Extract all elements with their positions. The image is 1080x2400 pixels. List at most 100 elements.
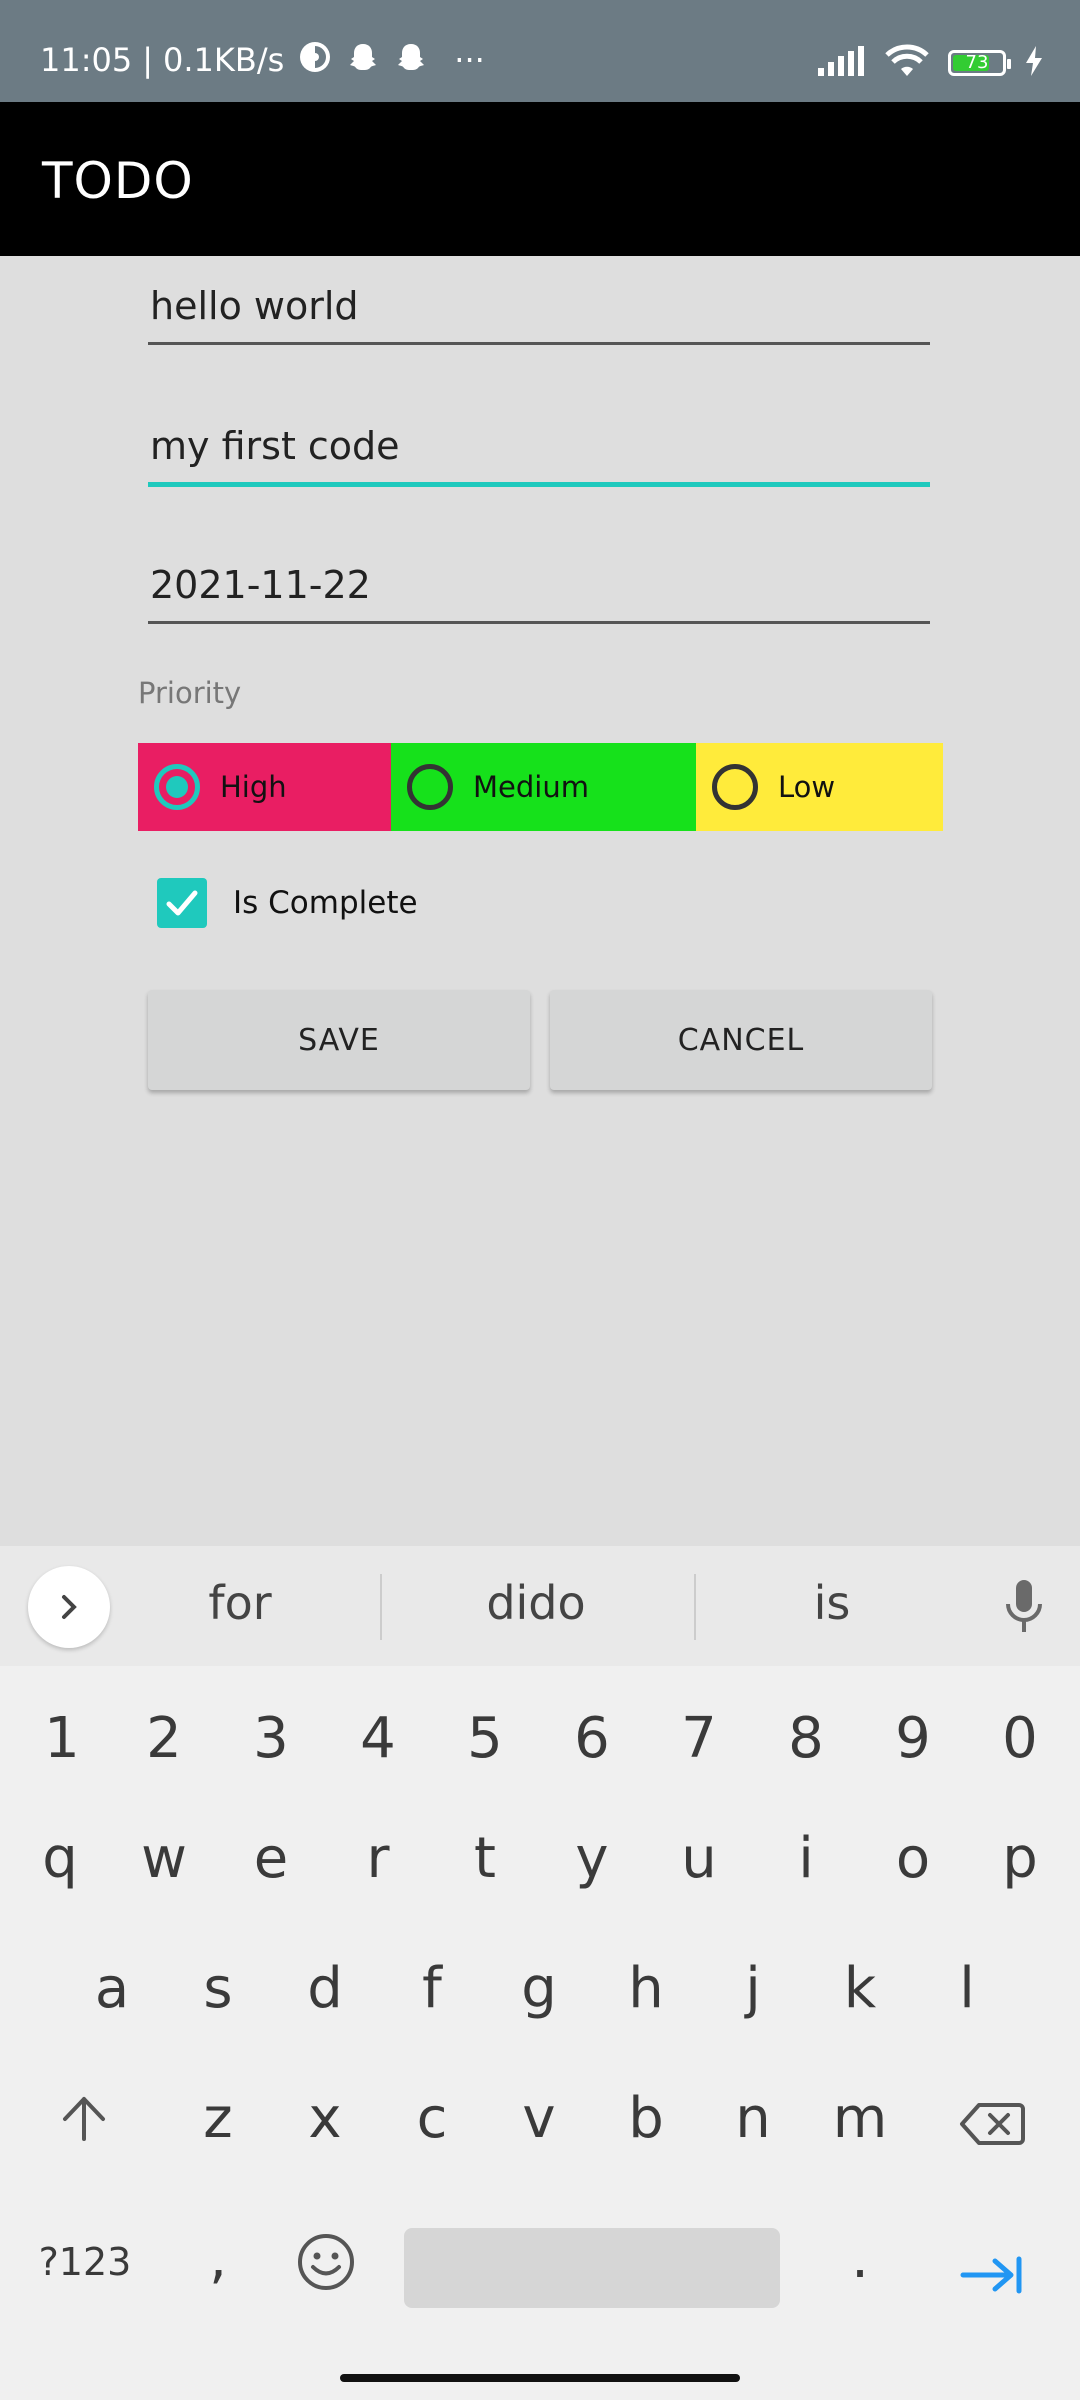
tab-next-key[interactable] bbox=[952, 2244, 1032, 2309]
complete-label: Is Complete bbox=[233, 885, 418, 921]
symbols-key[interactable]: ?123 bbox=[30, 2240, 140, 2284]
key-0[interactable]: 0 bbox=[980, 1706, 1060, 1771]
key-p[interactable]: p bbox=[980, 1826, 1060, 1891]
suggestion-3[interactable]: is bbox=[722, 1576, 942, 1630]
suggestion-divider bbox=[694, 1574, 696, 1640]
key-6[interactable]: 6 bbox=[552, 1706, 632, 1771]
date-underline bbox=[148, 621, 930, 624]
next-arrow-icon bbox=[960, 2256, 1022, 2294]
priority-radio-group: High Medium Low bbox=[138, 743, 943, 831]
cancel-button[interactable]: CANCEL bbox=[550, 990, 932, 1090]
key-b[interactable]: b bbox=[606, 2086, 686, 2151]
key-8[interactable]: 8 bbox=[766, 1706, 846, 1771]
charging-icon bbox=[1024, 46, 1044, 80]
battery-icon: 73 bbox=[948, 50, 1011, 76]
suggestion-divider bbox=[380, 1574, 382, 1640]
chevron-right-icon bbox=[62, 1595, 77, 1619]
key-w[interactable]: w bbox=[124, 1826, 204, 1891]
suggestion-1[interactable]: for bbox=[130, 1576, 350, 1630]
status-left: 11:05 | 0.1KB/s ··· bbox=[40, 40, 485, 79]
key-e[interactable]: e bbox=[231, 1826, 311, 1891]
priority-high-option[interactable]: High bbox=[138, 743, 391, 831]
key-g[interactable]: g bbox=[499, 1956, 579, 2021]
key-a[interactable]: a bbox=[72, 1956, 152, 2021]
keyboard-expand-button[interactable] bbox=[28, 1566, 110, 1648]
key-k[interactable]: k bbox=[820, 1956, 900, 2021]
backspace-key[interactable] bbox=[952, 2096, 1032, 2161]
key-3[interactable]: 3 bbox=[231, 1706, 311, 1771]
app-title: TODO bbox=[42, 152, 194, 210]
key-x[interactable]: x bbox=[285, 2086, 365, 2151]
key-l[interactable]: l bbox=[927, 1956, 1007, 2021]
key-y[interactable]: y bbox=[552, 1826, 632, 1891]
title-field[interactable]: hello world bbox=[148, 284, 930, 345]
snapchat-icon bbox=[346, 40, 380, 79]
shift-key[interactable] bbox=[44, 2092, 124, 2157]
key-i[interactable]: i bbox=[766, 1826, 846, 1891]
status-bar: 11:05 | 0.1KB/s ··· 73 bbox=[0, 0, 1080, 102]
emoji-icon bbox=[298, 2234, 354, 2290]
notification-app-icon bbox=[298, 40, 332, 79]
status-separator: | bbox=[142, 40, 153, 79]
save-button[interactable]: SAVE bbox=[148, 990, 530, 1090]
home-indicator[interactable] bbox=[340, 2374, 740, 2382]
key-c[interactable]: c bbox=[392, 2086, 472, 2151]
complete-row[interactable]: Is Complete bbox=[157, 878, 418, 928]
key-r[interactable]: r bbox=[338, 1826, 418, 1891]
key-t[interactable]: t bbox=[445, 1826, 525, 1891]
key-u[interactable]: u bbox=[659, 1826, 739, 1891]
key-v[interactable]: v bbox=[499, 2086, 579, 2151]
key-z[interactable]: z bbox=[178, 2086, 258, 2151]
space-key[interactable] bbox=[404, 2228, 780, 2308]
shift-icon bbox=[63, 2097, 105, 2141]
priority-low-option[interactable]: Low bbox=[696, 743, 943, 831]
radio-low[interactable] bbox=[712, 764, 758, 810]
key-o[interactable]: o bbox=[873, 1826, 953, 1891]
key-j[interactable]: j bbox=[713, 1956, 793, 2021]
emoji-key[interactable] bbox=[286, 2232, 366, 2306]
description-input[interactable]: my first code bbox=[148, 424, 930, 468]
priority-medium-option[interactable]: Medium bbox=[391, 743, 696, 831]
keyboard-suggestion-bar: for dido is bbox=[0, 1546, 1080, 1666]
battery-nub bbox=[1007, 59, 1011, 69]
key-h[interactable]: h bbox=[606, 1956, 686, 2021]
wifi-icon bbox=[884, 44, 930, 82]
key-2[interactable]: 2 bbox=[124, 1706, 204, 1771]
checkmark-icon bbox=[166, 890, 198, 916]
description-underline bbox=[148, 482, 930, 487]
more-notifications-icon: ··· bbox=[454, 40, 485, 79]
description-field[interactable]: my first code bbox=[148, 424, 930, 487]
status-time: 11:05 bbox=[40, 40, 133, 79]
key-m[interactable]: m bbox=[820, 2086, 900, 2151]
key-5[interactable]: 5 bbox=[445, 1706, 525, 1771]
snapchat-icon bbox=[394, 40, 428, 79]
key-s[interactable]: s bbox=[178, 1956, 258, 2021]
comma-key[interactable]: , bbox=[178, 2226, 258, 2291]
key-1[interactable]: 1 bbox=[22, 1706, 102, 1771]
priority-low-label: Low bbox=[778, 770, 836, 804]
key-7[interactable]: 7 bbox=[659, 1706, 739, 1771]
backspace-icon bbox=[960, 2103, 1025, 2145]
key-n[interactable]: n bbox=[713, 2086, 793, 2151]
radio-medium[interactable] bbox=[407, 764, 453, 810]
key-q[interactable]: q bbox=[20, 1826, 100, 1891]
suggestion-2[interactable]: dido bbox=[426, 1576, 646, 1630]
radio-high[interactable] bbox=[154, 764, 200, 810]
title-underline bbox=[148, 342, 930, 345]
battery-level: 73 bbox=[965, 52, 989, 73]
priority-high-label: High bbox=[220, 770, 287, 804]
date-input[interactable]: 2021-11-22 bbox=[148, 563, 930, 607]
date-field[interactable]: 2021-11-22 bbox=[148, 563, 930, 624]
title-input[interactable]: hello world bbox=[148, 284, 930, 328]
mic-icon[interactable] bbox=[1000, 1578, 1048, 1640]
app-bar: TODO bbox=[0, 102, 1080, 256]
key-4[interactable]: 4 bbox=[338, 1706, 418, 1771]
keyboard: 1 2 3 4 5 6 7 8 9 0 q w e r t y u i o p … bbox=[0, 1666, 1080, 2356]
key-d[interactable]: d bbox=[285, 1956, 365, 2021]
complete-checkbox[interactable] bbox=[157, 878, 207, 928]
period-key[interactable]: . bbox=[820, 2226, 900, 2291]
priority-label: Priority bbox=[138, 676, 242, 710]
signal-icon bbox=[816, 46, 866, 80]
key-9[interactable]: 9 bbox=[873, 1706, 953, 1771]
key-f[interactable]: f bbox=[392, 1956, 472, 2021]
